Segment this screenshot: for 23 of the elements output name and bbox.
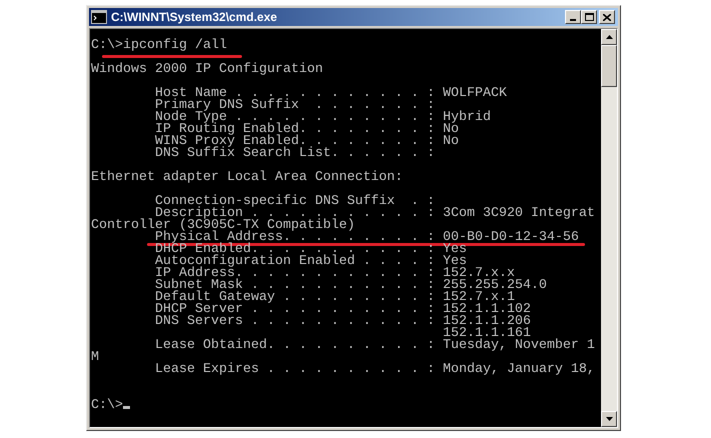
prompt-text: C:\> (91, 38, 123, 53)
scroll-up-button[interactable] (601, 29, 617, 45)
close-icon (603, 14, 611, 20)
up-arrow-icon (606, 35, 612, 39)
command-text: ipconfig /all (123, 38, 227, 53)
console-line: Windows 2000 IP Configuration (91, 62, 323, 77)
down-arrow-icon (606, 417, 612, 421)
console-line: DNS Suffix Search List. . . . . . : (154, 146, 435, 161)
close-button[interactable] (599, 10, 615, 24)
maximize-button[interactable] (581, 10, 597, 24)
console-line: Ethernet adapter Local Area Connection: (91, 170, 403, 185)
window-title: C:\WINNT\System32\cmd.exe (111, 9, 278, 26)
minimize-button[interactable] (565, 10, 581, 24)
scroll-thumb[interactable] (601, 45, 617, 87)
console-line: Lease Expires . . . . . . . . . . : Monday, January 18, (154, 362, 595, 377)
prompt-text: C:\> (91, 398, 123, 413)
maximize-icon (584, 13, 594, 21)
console-line: M (91, 350, 99, 365)
minimize-icon (570, 19, 576, 21)
terminal-icon (91, 10, 107, 24)
console-line: Lease Obtained. . . . . . . . . . : Tuesday, November 1 (154, 338, 595, 353)
scrollbar[interactable] (601, 29, 617, 427)
scroll-down-button[interactable] (601, 411, 617, 427)
